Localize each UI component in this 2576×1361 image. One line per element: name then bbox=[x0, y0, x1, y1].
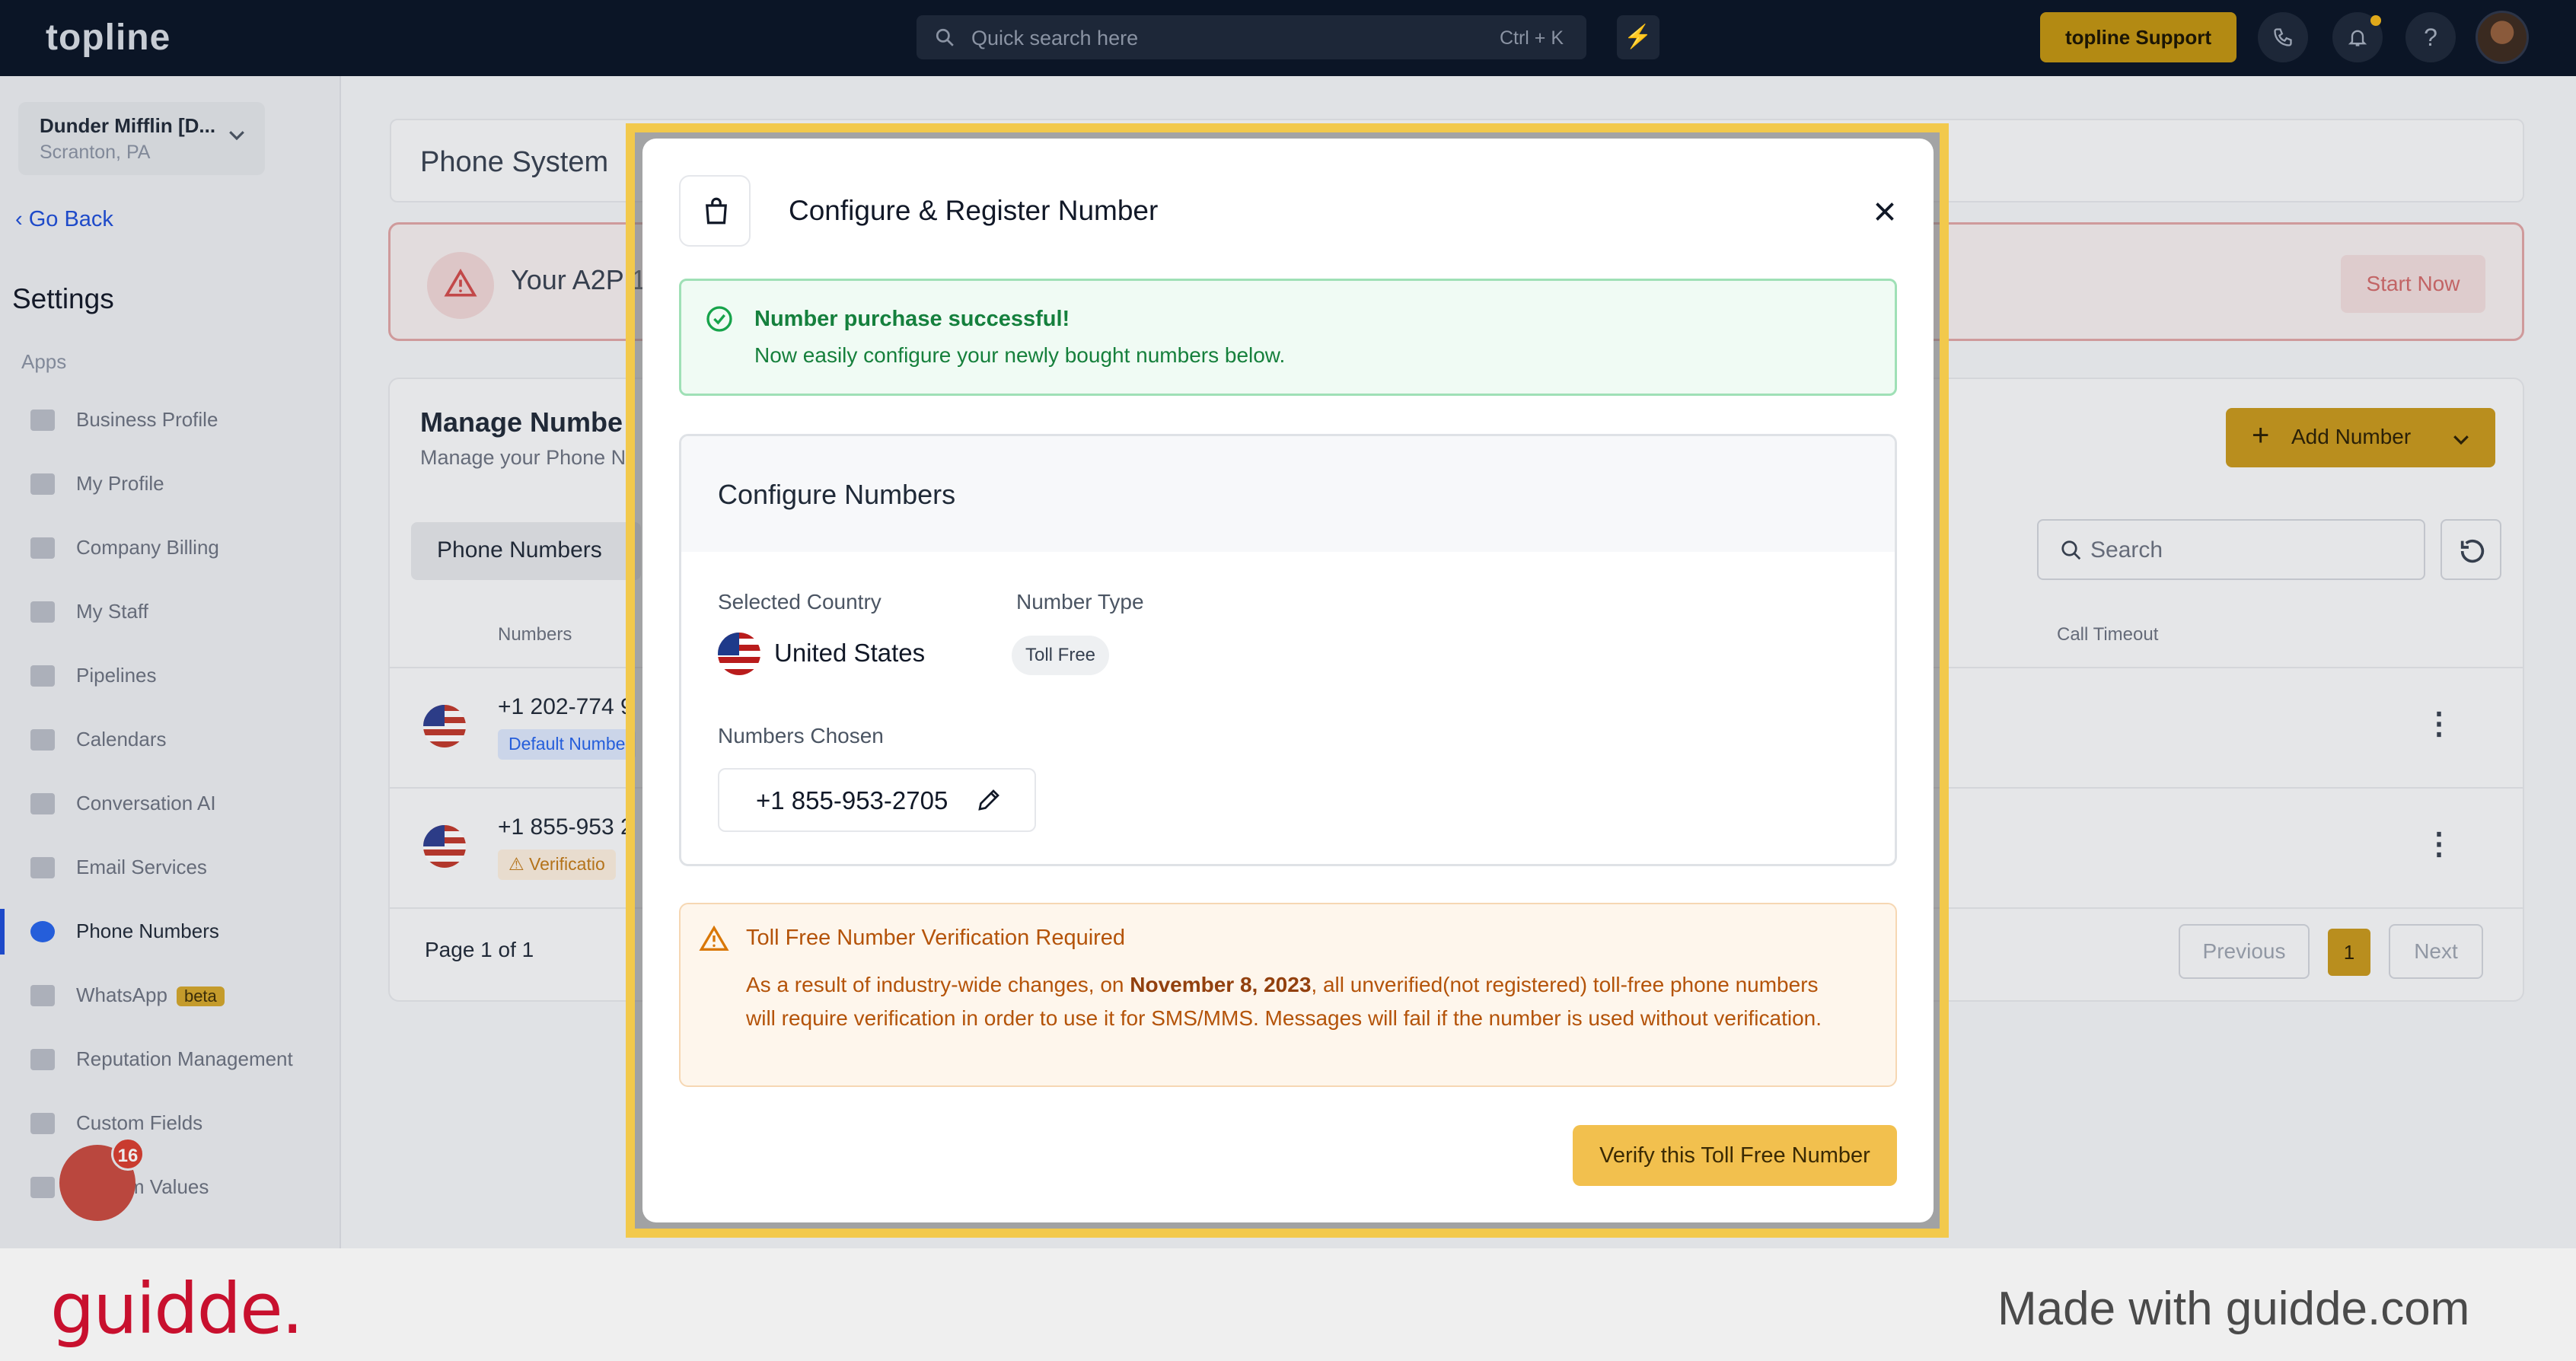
success-alert: Number purchase successful! Now easily c… bbox=[679, 279, 1897, 396]
configure-numbers-card: Configure Numbers Selected Country Unite… bbox=[679, 434, 1897, 866]
support-button[interactable]: topline Support bbox=[2040, 12, 2236, 62]
configure-numbers-header: Configure Numbers bbox=[681, 436, 1895, 552]
number-type-badge: Toll Free bbox=[1012, 636, 1110, 675]
check-circle-icon bbox=[706, 306, 732, 332]
made-with-text: Made with guidde.com bbox=[1997, 1283, 2470, 1335]
chosen-number-chip[interactable]: +1 855-953-2705 bbox=[718, 768, 1036, 832]
success-text: Now easily configure your newly bought n… bbox=[754, 343, 1286, 367]
quick-search[interactable]: Quick search here Ctrl + K bbox=[917, 15, 1586, 59]
bolt-icon[interactable]: ⚡ bbox=[1617, 15, 1659, 59]
selected-country-value: United States bbox=[774, 639, 926, 667]
phone-icon[interactable] bbox=[2258, 12, 2308, 62]
warning-icon bbox=[699, 925, 729, 951]
user-avatar[interactable] bbox=[2476, 11, 2529, 64]
verification-warning: Toll Free Number Verification Required A… bbox=[679, 903, 1897, 1087]
notification-dot bbox=[2370, 15, 2381, 26]
shopping-bag-icon bbox=[679, 175, 751, 247]
warning-date: November 8, 2023 bbox=[1130, 973, 1312, 996]
warning-text-part: As a result of industry-wide changes, on bbox=[746, 973, 1130, 996]
app-logo: topline bbox=[46, 18, 171, 58]
verify-toll-free-button[interactable]: Verify this Toll Free Number bbox=[1573, 1125, 1897, 1186]
search-placeholder: Quick search here bbox=[971, 27, 1139, 49]
number-type-label: Number Type bbox=[1016, 590, 1144, 614]
pencil-icon[interactable] bbox=[975, 786, 1003, 814]
configure-numbers-title: Configure Numbers bbox=[718, 479, 956, 510]
guidde-logo: guidde. bbox=[50, 1268, 304, 1350]
guidde-footer: guidde. Made with guidde.com bbox=[0, 1248, 2576, 1361]
numbers-chosen-label: Numbers Chosen bbox=[718, 724, 884, 747]
search-shortcut: Ctrl + K bbox=[1499, 27, 1564, 49]
close-icon[interactable] bbox=[1871, 198, 1899, 225]
configure-register-modal: Configure & Register Number Number purch… bbox=[642, 139, 1934, 1222]
success-title: Number purchase successful! bbox=[754, 307, 1070, 331]
us-flag-icon bbox=[718, 633, 760, 675]
modal-title: Configure & Register Number bbox=[789, 195, 1159, 226]
chosen-number: +1 855-953-2705 bbox=[756, 786, 948, 814]
selected-country-label: Selected Country bbox=[718, 590, 882, 614]
top-bar: topline Quick search here Ctrl + K ⚡ top… bbox=[0, 0, 2576, 76]
help-icon[interactable]: ? bbox=[2405, 12, 2456, 62]
warning-title: Toll Free Number Verification Required bbox=[746, 926, 1126, 950]
warning-text: As a result of industry-wide changes, on… bbox=[746, 968, 1842, 1035]
search-icon bbox=[936, 28, 954, 46]
